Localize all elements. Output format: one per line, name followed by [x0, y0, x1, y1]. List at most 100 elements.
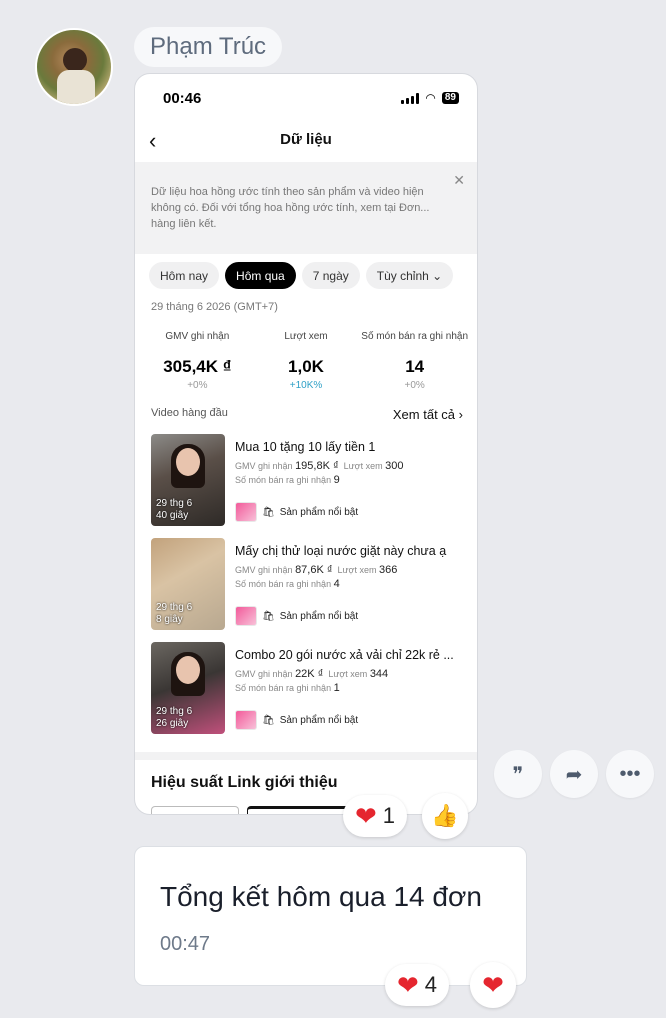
date-filter-chips: Hôm nay Hôm qua 7 ngày Tùy chỉnh ⌄ [135, 254, 477, 289]
video-title: Mấy chị thử loại nước giặt này chưa ạ [235, 544, 447, 558]
video-stats: GMV ghi nhận 195,8K ₫ Lượt xem 300 [235, 460, 463, 472]
heart-react-button[interactable]: ❤ [470, 962, 516, 1008]
see-all-link: Xem tất cả › [393, 407, 463, 422]
phone-navbar: ‹ Dữ liệu [135, 122, 477, 162]
chip-today: Hôm nay [149, 262, 220, 289]
video-thumbnail: 29 thg 6 26 giây [151, 642, 225, 734]
chip-7-days: 7 ngày [301, 262, 360, 289]
heart-icon: ❤ [355, 800, 377, 831]
avatar-body [57, 70, 95, 104]
video-thumbnail: 29 thg 6 40 giây [151, 434, 225, 526]
video-thumbnail: 29 thg 68 giây [151, 538, 225, 630]
video-sold: Số món bán ra ghi nhận 9 [235, 474, 463, 486]
sender-name[interactable]: Phạm Trúc [134, 27, 283, 67]
thumb-face [176, 656, 200, 684]
gmv-value: 195,8K ₫ [295, 460, 339, 472]
metric-label: Lượt xem [284, 331, 328, 342]
product-label: Sản phẩm nổi bật [279, 506, 359, 518]
video-date: 29 thg 6 [156, 706, 193, 717]
notice-text: Dữ liệu hoa hồng ước tính theo sản phẩm … [151, 186, 430, 230]
metric-label: GMV ghi nhận [165, 331, 230, 342]
cut-off-tab [151, 806, 239, 814]
video-duration: 40 giây [156, 510, 189, 521]
metric-label: Số món bán ra ghi nhận [361, 331, 469, 342]
gmv-value: 22K ₫ [295, 668, 324, 680]
close-icon: ✕ [453, 172, 465, 188]
metric-items-sold: Số món bán ra ghi nhận 14 +0% [360, 330, 469, 391]
cut-off-tab [247, 806, 357, 814]
gmv-label: GMV ghi nhận [235, 565, 293, 575]
product-thumbnail [235, 606, 257, 626]
video-info: Combo 20 gói nước xả vải chỉ 22k rẻ ... … [235, 642, 463, 734]
featured-product: 🛍 Sản phẩm nổi bật [235, 606, 358, 626]
chip-custom: Tùy chỉnh ⌄ [365, 262, 454, 289]
shopping-bag-icon: 🛍 [262, 714, 275, 726]
top-videos-header: Video hàng đầu Xem tất cả › [135, 391, 477, 422]
metric-views: Lượt xem 1,0K +10K% [252, 330, 361, 391]
video-sold: Số món bán ra ghi nhận 4 [235, 578, 463, 590]
heart-reaction-count[interactable]: ❤ 1 [343, 795, 408, 837]
sold-value: 4 [333, 578, 340, 590]
video-stats: GMV ghi nhận 87,6K ₫ Lượt xem 366 [235, 564, 463, 576]
views-value: 300 [385, 460, 404, 472]
metric-value: 1,0K [288, 357, 324, 376]
notice-banner: Dữ liệu hoa hồng ước tính theo sản phẩm … [135, 162, 477, 254]
featured-product: 🛍 Sản phẩm nổi bật [235, 710, 358, 730]
avatar-head [63, 48, 87, 72]
metric-value: 14 [405, 357, 425, 376]
video-info: Mấy chị thử loại nước giặt này chưa ạ GM… [235, 538, 463, 630]
thumb-face [176, 448, 200, 476]
views-value: 366 [378, 564, 398, 576]
video-info: Mua 10 tặng 10 lấy tiền 1 GMV ghi nhận 1… [235, 434, 463, 526]
heart-icon: ❤ [482, 969, 504, 1000]
product-thumbnail [235, 502, 257, 522]
shared-screenshot-image[interactable]: 00:46 ◠ 89 ‹ Dữ liệu Dữ liệu hoa hồng ướ… [134, 73, 478, 815]
views-value: 344 [369, 668, 389, 680]
metric-gmv: GMV ghi nhận 305,4K ₫ +0% [143, 330, 252, 391]
video-sold: Số món bán ra ghi nhận 1 [235, 682, 463, 694]
wifi-icon: ◠ [425, 91, 436, 105]
video-title: Combo 20 gói nước xả vải chỉ 22k rẻ ... [235, 648, 454, 662]
heart-reaction-count[interactable]: ❤ 4 [385, 964, 450, 1006]
reaction-count: 4 [424, 972, 438, 997]
chip-yesterday: Hôm qua [225, 262, 296, 289]
gmv-label: GMV ghi nhận [235, 461, 293, 471]
video-caption: 29 thg 6 40 giây [156, 498, 192, 522]
video-caption: 29 thg 6 26 giây [156, 706, 192, 730]
sender-avatar[interactable] [35, 28, 113, 106]
featured-product: 🛍 Sản phẩm nổi bật [235, 502, 358, 522]
views-label: Lượt xem [337, 565, 377, 575]
sold-label: Số món bán ra ghi nhận [235, 579, 332, 589]
gmv-label: GMV ghi nhận [235, 669, 293, 679]
video-duration: 26 giây [156, 718, 189, 729]
status-time: 00:46 [163, 90, 202, 107]
product-thumbnail [235, 710, 257, 730]
reaction-count: 1 [382, 803, 396, 828]
like-icon[interactable]: 👍 [422, 793, 468, 839]
video-stats: GMV ghi nhận 22K ₫ Lượt xem 344 [235, 668, 463, 680]
metric-delta: +10K% [289, 380, 323, 391]
section-title: Hiệu suất Link giới thiệu [151, 774, 338, 791]
battery-icon: 89 [441, 92, 459, 104]
phone-page-title: Dữ liệu [280, 131, 332, 148]
video-item: 29 thg 6 40 giây Mua 10 tặng 10 lấy tiền … [135, 434, 477, 526]
quote-icon[interactable]: ❞ [494, 750, 542, 798]
date-range: 29 tháng 6 2026 (GMT+7) [151, 301, 278, 313]
metric-value: 305,4K ₫ [163, 357, 232, 376]
forward-icon[interactable]: ➦ [550, 750, 598, 798]
metric-delta: +0% [404, 380, 425, 391]
video-date: 29 thg 6 [156, 498, 193, 509]
text-message-bubble[interactable]: Tổng kết hôm qua 14 đơn 00:47 [134, 846, 527, 986]
sold-value: 1 [333, 682, 340, 694]
views-label: Lượt xem [328, 669, 368, 679]
shopping-bag-icon: 🛍 [262, 610, 275, 622]
metric-delta: +0% [187, 380, 208, 391]
sold-label: Số món bán ra ghi nhận [235, 683, 332, 693]
section-divider [135, 752, 477, 760]
video-title: Mua 10 tặng 10 lấy tiền 1 [235, 440, 376, 454]
video-caption: 29 thg 68 giây [156, 602, 192, 626]
top-videos-label: Video hàng đầu [151, 407, 228, 419]
video-item: 29 thg 6 26 giây Combo 20 gói nước xả vải… [135, 642, 477, 734]
more-options-icon[interactable]: ••• [606, 750, 654, 798]
shopping-bag-icon: 🛍 [262, 506, 275, 518]
